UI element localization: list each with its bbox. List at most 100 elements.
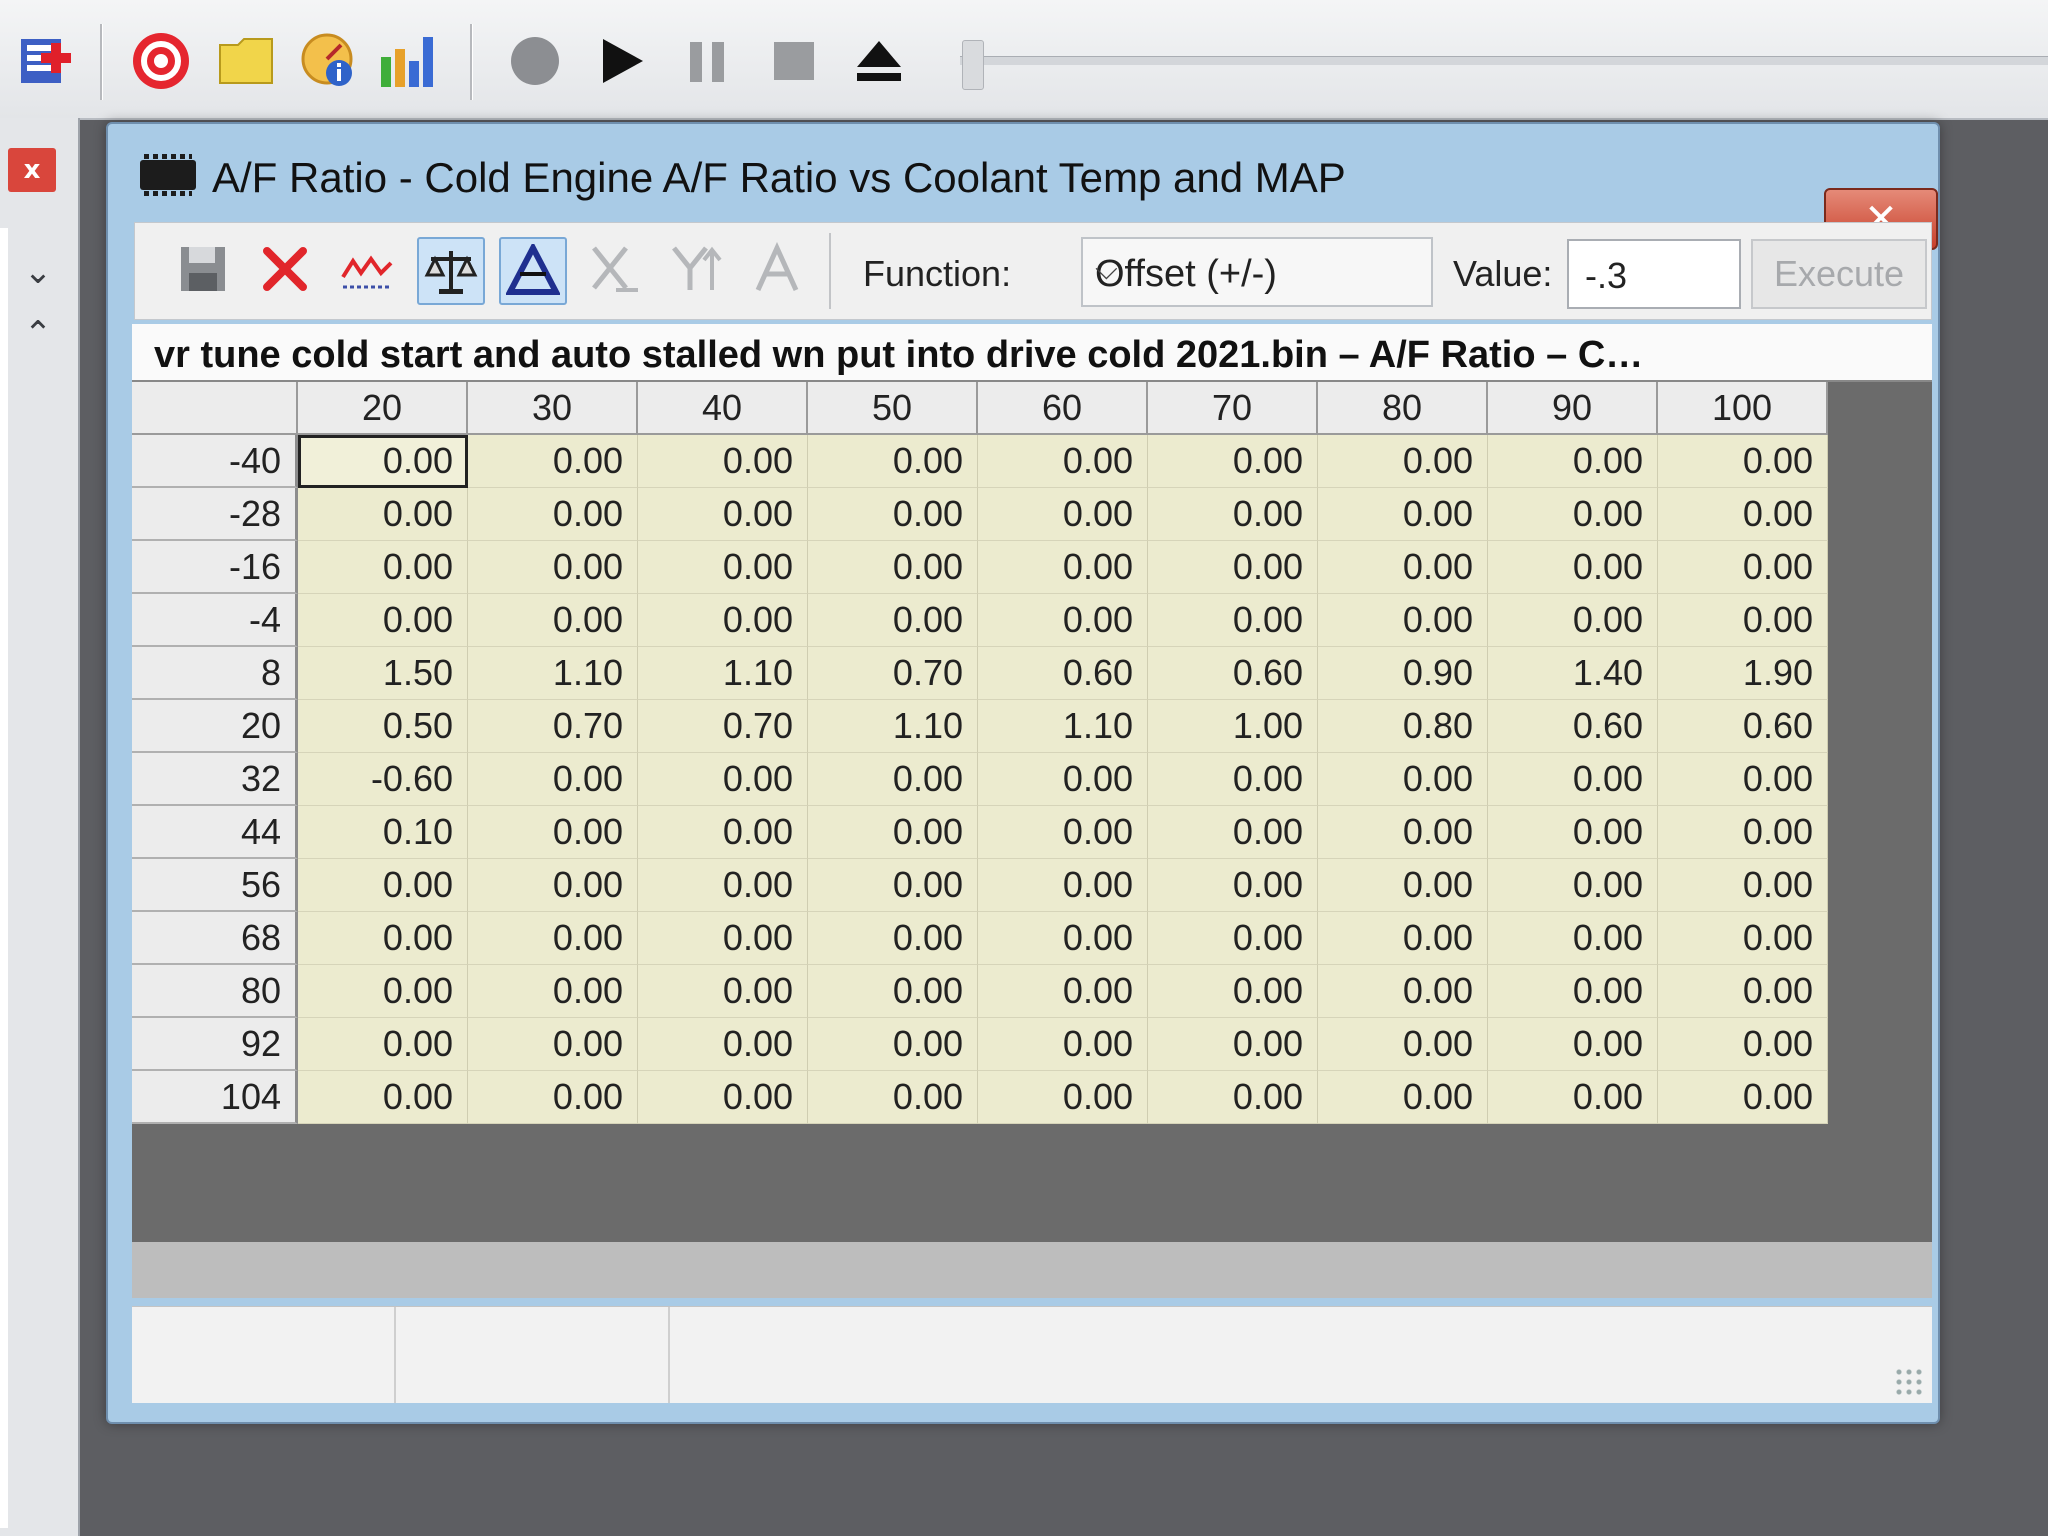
table-cell[interactable]: 0.00 <box>638 859 808 912</box>
table-cell[interactable]: 0.00 <box>1318 965 1488 1018</box>
table-cell[interactable]: 0.00 <box>298 859 468 912</box>
table-cell[interactable]: 0.70 <box>638 700 808 753</box>
table-cell[interactable]: 0.00 <box>1658 753 1828 806</box>
add-file-icon[interactable] <box>10 26 80 96</box>
table-cell[interactable]: 0.00 <box>1148 859 1318 912</box>
table-cell[interactable]: 0.00 <box>978 541 1148 594</box>
table-cell[interactable]: 0.50 <box>298 700 468 753</box>
table-cell[interactable]: 0.00 <box>638 806 808 859</box>
balance-scale-icon[interactable] <box>417 237 485 305</box>
function-select[interactable]: Offset (+/-) ⌵ <box>1081 237 1433 307</box>
row-header[interactable]: 20 <box>132 700 298 753</box>
table-cell[interactable]: 0.00 <box>978 488 1148 541</box>
table-cell[interactable]: 0.00 <box>1488 912 1658 965</box>
column-header[interactable]: 90 <box>1488 382 1658 435</box>
table-cell[interactable]: 0.00 <box>468 1071 638 1124</box>
table-cell[interactable]: 0.00 <box>808 859 978 912</box>
table-cell[interactable]: 0.00 <box>1318 1071 1488 1124</box>
table-cell[interactable]: 0.00 <box>1488 965 1658 1018</box>
table-cell[interactable]: 0.00 <box>1658 1018 1828 1071</box>
table-cell[interactable]: 0.00 <box>638 594 808 647</box>
table-cell[interactable]: 0.00 <box>1318 753 1488 806</box>
folder-icon[interactable] <box>212 26 282 96</box>
stop-square-icon[interactable] <box>758 26 828 96</box>
table-cell-selected[interactable]: 0.00 <box>298 435 468 488</box>
table-cell[interactable]: 1.50 <box>298 647 468 700</box>
table-cell[interactable]: 0.00 <box>978 912 1148 965</box>
row-header[interactable]: 44 <box>132 806 298 859</box>
table-cell[interactable]: 0.00 <box>1658 859 1828 912</box>
eject-icon[interactable] <box>844 26 914 96</box>
table-cell[interactable]: 0.00 <box>1488 488 1658 541</box>
play-icon[interactable] <box>586 26 656 96</box>
table-cell[interactable]: 0.00 <box>1148 594 1318 647</box>
table-cell[interactable]: 0.00 <box>808 541 978 594</box>
row-header[interactable]: -4 <box>132 594 298 647</box>
window-title-bar[interactable]: A/F Ratio - Cold Engine A/F Ratio vs Coo… <box>108 124 1938 214</box>
table-cell[interactable]: 0.00 <box>1488 753 1658 806</box>
table-cell[interactable]: 1.90 <box>1658 647 1828 700</box>
table-cell[interactable]: 0.00 <box>1148 488 1318 541</box>
table-cell[interactable]: 0.00 <box>468 594 638 647</box>
seek-track[interactable] <box>960 56 2048 65</box>
table-cell[interactable]: 0.00 <box>1488 594 1658 647</box>
column-header[interactable]: 80 <box>1318 382 1488 435</box>
table-cell[interactable]: 0.00 <box>1488 806 1658 859</box>
resize-grip-icon[interactable] <box>1894 1367 1924 1397</box>
table-cell[interactable]: 0.00 <box>1148 541 1318 594</box>
table-cell[interactable]: 0.00 <box>468 912 638 965</box>
table-cell[interactable]: 0.00 <box>808 1018 978 1071</box>
row-header[interactable]: 8 <box>132 647 298 700</box>
table-cell[interactable]: 0.00 <box>638 541 808 594</box>
row-header[interactable]: 56 <box>132 859 298 912</box>
table-cell[interactable]: 0.00 <box>808 1071 978 1124</box>
table-cell[interactable]: 0.00 <box>1148 753 1318 806</box>
table-cell[interactable]: 0.00 <box>638 435 808 488</box>
table-corner-cell[interactable] <box>132 382 298 435</box>
value-input[interactable]: -.3 <box>1567 239 1741 309</box>
stop-circle-icon[interactable] <box>500 26 570 96</box>
table-cell[interactable]: 0.00 <box>1148 1018 1318 1071</box>
table-cell[interactable]: 0.00 <box>468 859 638 912</box>
table-cell[interactable]: 0.00 <box>298 541 468 594</box>
table-cell[interactable]: 0.00 <box>468 435 638 488</box>
table-cell[interactable]: 0.00 <box>468 753 638 806</box>
table-cell[interactable]: 1.40 <box>1488 647 1658 700</box>
table-cell[interactable]: 0.00 <box>1658 806 1828 859</box>
table-cell[interactable]: 0.00 <box>1488 541 1658 594</box>
execute-button[interactable]: Execute <box>1751 239 1927 309</box>
table-cell[interactable]: 0.00 <box>298 594 468 647</box>
table-cell[interactable]: 0.00 <box>1318 488 1488 541</box>
table-cell[interactable]: 0.00 <box>638 753 808 806</box>
table-cell[interactable]: 0.00 <box>808 435 978 488</box>
table-cell[interactable]: 0.00 <box>978 435 1148 488</box>
row-header[interactable]: -28 <box>132 488 298 541</box>
save-icon[interactable] <box>171 237 235 301</box>
gauge-info-icon[interactable] <box>294 26 364 96</box>
table-cell[interactable]: 1.10 <box>978 700 1148 753</box>
table-cell[interactable]: 0.00 <box>1488 859 1658 912</box>
table-cell[interactable]: 0.00 <box>1658 1071 1828 1124</box>
table-cell[interactable]: 0.00 <box>978 753 1148 806</box>
table-cell[interactable]: 0.00 <box>1318 859 1488 912</box>
table-cell[interactable]: 0.00 <box>298 1071 468 1124</box>
column-header[interactable]: 20 <box>298 382 468 435</box>
collapse-chevron-icon[interactable]: ⌄ <box>18 252 58 292</box>
table-cell[interactable]: 0.60 <box>1488 700 1658 753</box>
table-cell[interactable]: 0.00 <box>638 1018 808 1071</box>
column-header[interactable]: 60 <box>978 382 1148 435</box>
table-cell[interactable]: 0.00 <box>298 965 468 1018</box>
table-cell[interactable]: 0.00 <box>978 594 1148 647</box>
table-cell[interactable]: 0.00 <box>298 912 468 965</box>
table-cell[interactable]: 0.00 <box>468 1018 638 1071</box>
table-cell[interactable]: 0.00 <box>468 541 638 594</box>
column-header[interactable]: 30 <box>468 382 638 435</box>
delta-interpolate-icon[interactable] <box>499 237 567 305</box>
table-cell[interactable]: 0.00 <box>1658 594 1828 647</box>
table-cell[interactable]: 1.10 <box>808 700 978 753</box>
table-cell[interactable]: 0.00 <box>1488 1018 1658 1071</box>
table-cell[interactable]: 0.00 <box>1658 965 1828 1018</box>
table-cell[interactable]: 0.00 <box>978 859 1148 912</box>
table-cell[interactable]: 0.00 <box>1488 1071 1658 1124</box>
table-cell[interactable]: -0.60 <box>298 753 468 806</box>
